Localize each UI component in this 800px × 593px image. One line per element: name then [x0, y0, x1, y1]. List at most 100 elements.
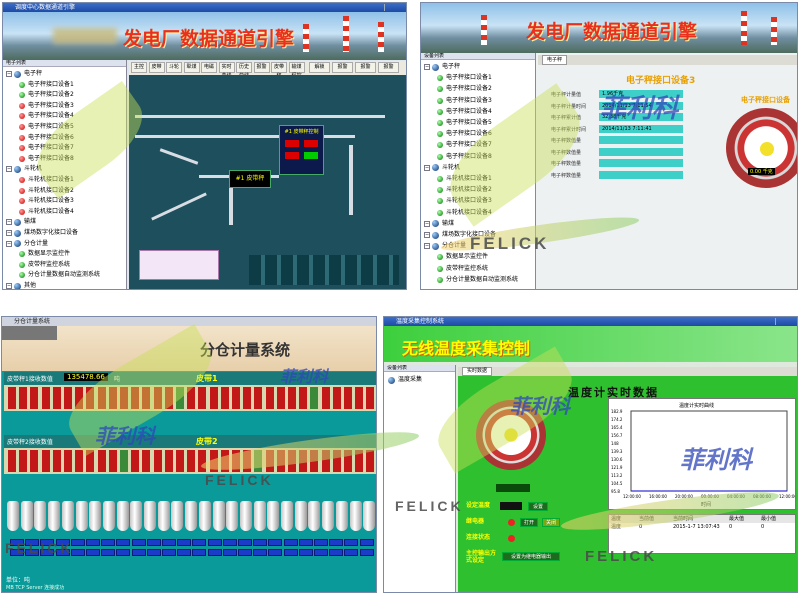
- toolbar-button[interactable]: 报警: [378, 62, 399, 73]
- bin-slot[interactable]: [164, 450, 173, 472]
- expand-toggle-icon[interactable]: −: [6, 230, 12, 236]
- window-controls[interactable]: [775, 318, 795, 325]
- tree-item[interactable]: − 其他: [6, 281, 36, 289]
- bin-slot[interactable]: [153, 450, 162, 472]
- bin-slot[interactable]: [288, 387, 296, 409]
- tree-item[interactable]: 电子秤接口设备4: [437, 107, 492, 117]
- open-button[interactable]: 打开: [520, 518, 538, 527]
- expand-toggle-icon[interactable]: −: [6, 219, 12, 226]
- bin-slot[interactable]: [176, 450, 184, 472]
- toolbar-button[interactable]: 犁煤: [183, 62, 200, 73]
- bin-slot[interactable]: [209, 387, 218, 409]
- tree-item[interactable]: 分仓计量数据自动监测系统: [437, 275, 518, 285]
- tree-item[interactable]: 电子秤接口设备1: [437, 73, 492, 83]
- stop-button[interactable]: [285, 152, 299, 159]
- window-controls[interactable]: [384, 4, 404, 11]
- bin-slot[interactable]: [52, 387, 61, 409]
- bin-slot[interactable]: [8, 450, 16, 472]
- bin-slot[interactable]: [142, 450, 151, 472]
- tab-scale[interactable]: 电子秤: [542, 55, 568, 65]
- tree-item[interactable]: 电子秤接口设备2: [437, 84, 492, 94]
- belt-scale-control-panel[interactable]: #1 皮带秤控制: [279, 125, 324, 175]
- bin-slot[interactable]: [97, 450, 106, 472]
- bin-slot[interactable]: [64, 387, 72, 409]
- tree-item[interactable]: 电子秤接口设备3: [19, 101, 74, 111]
- stop-button[interactable]: [304, 140, 318, 147]
- expand-toggle-icon[interactable]: −: [6, 166, 12, 173]
- bin-slot[interactable]: [19, 450, 28, 472]
- bin-slot[interactable]: [108, 450, 117, 472]
- bin-slot[interactable]: [355, 387, 364, 409]
- bin-slot[interactable]: [366, 450, 375, 472]
- tree-item[interactable]: 斗轮机接口设备3: [19, 196, 74, 206]
- bin-slot[interactable]: [310, 387, 319, 409]
- set-button[interactable]: 设置: [528, 502, 548, 511]
- tree-item[interactable]: − 电子秤: [6, 69, 42, 79]
- tree-item[interactable]: 斗轮机接口设备4: [19, 207, 74, 217]
- tree-item[interactable]: − 分仓计量: [6, 239, 48, 249]
- expand-toggle-icon[interactable]: −: [6, 240, 12, 247]
- tree-item[interactable]: 数据显示监控件: [19, 249, 70, 259]
- tree-item[interactable]: 电子秤接口设备1: [19, 80, 74, 90]
- tree-item[interactable]: 电子秤接口设备5: [437, 118, 492, 128]
- bin-slot[interactable]: [131, 450, 140, 472]
- bin-slot[interactable]: [187, 450, 196, 472]
- bin-slot[interactable]: [30, 450, 39, 472]
- bin-slot[interactable]: [120, 450, 128, 472]
- bin-slot[interactable]: [198, 387, 207, 409]
- bin-slot[interactable]: [321, 387, 330, 409]
- bin-slot[interactable]: [8, 387, 16, 409]
- relay-output-button[interactable]: 设置为继电器输出: [502, 552, 560, 561]
- expand-toggle-icon[interactable]: −: [424, 64, 430, 70]
- toolbar-button[interactable]: 历史曲线: [236, 62, 252, 79]
- bin-slot[interactable]: [75, 450, 84, 472]
- expand-toggle-icon[interactable]: −: [424, 164, 430, 171]
- tree-item[interactable]: − 输煤: [6, 217, 36, 227]
- expand-toggle-icon[interactable]: −: [424, 220, 430, 227]
- tree-item[interactable]: − 电子秤: [424, 62, 460, 72]
- bin-slot[interactable]: [220, 387, 229, 409]
- bin-slot[interactable]: [265, 387, 274, 409]
- bin-slot[interactable]: [52, 450, 61, 472]
- toolbar-button[interactable]: 电磁: [201, 62, 217, 73]
- toolbar-button[interactable]: 皮带秤: [271, 62, 287, 79]
- tree-item[interactable]: 皮带秤监控系统: [19, 260, 70, 270]
- bin-slot[interactable]: [232, 387, 240, 409]
- toolbar-button[interactable]: 斗轮: [166, 62, 182, 73]
- toolbar-button[interactable]: 报警: [355, 62, 376, 73]
- start-button[interactable]: [304, 152, 318, 159]
- tree-item[interactable]: 电子秤接口设备2: [19, 90, 74, 100]
- toolbar-button[interactable]: 实时曲线: [218, 62, 235, 79]
- bin-slot[interactable]: [30, 387, 39, 409]
- tree-item[interactable]: 电子秤接口设备3: [437, 96, 492, 106]
- expand-toggle-icon[interactable]: −: [6, 71, 12, 77]
- toolbar-button[interactable]: 报警: [332, 62, 353, 73]
- bin-slot[interactable]: [366, 387, 375, 409]
- expand-toggle-icon[interactable]: −: [424, 243, 430, 250]
- bin-slot[interactable]: [41, 387, 50, 409]
- bin-slot[interactable]: [276, 387, 285, 409]
- bin-slot[interactable]: [41, 450, 50, 472]
- bin-slot[interactable]: [299, 387, 308, 409]
- bin-slot[interactable]: [243, 387, 252, 409]
- tree-item[interactable]: 皮带秤监控系统: [437, 264, 488, 274]
- tree-item[interactable]: − 煤场数字化接口设备: [6, 228, 78, 238]
- tab-realtime[interactable]: 实时数据: [462, 367, 493, 376]
- expand-toggle-icon[interactable]: −: [424, 232, 430, 238]
- bin-slot[interactable]: [19, 387, 28, 409]
- expand-toggle-icon[interactable]: −: [6, 283, 12, 289]
- toolbar-button[interactable]: 解锁: [309, 62, 330, 73]
- bin-slot[interactable]: [344, 387, 352, 409]
- toolbar-button[interactable]: 主控: [131, 62, 147, 73]
- bin-slot[interactable]: [64, 450, 72, 472]
- bin-slot[interactable]: [332, 387, 341, 409]
- tree-item[interactable]: − 输煤: [424, 219, 454, 229]
- close-button[interactable]: 关闭: [542, 518, 560, 527]
- toolbar-button[interactable]: 报警: [253, 62, 270, 73]
- toolbar-button[interactable]: 皮带: [148, 62, 165, 73]
- stop-button[interactable]: [285, 140, 299, 147]
- setpoint-input[interactable]: [500, 502, 522, 510]
- bin-slot[interactable]: [254, 387, 263, 409]
- tree-item-temp[interactable]: 温度采集: [388, 375, 422, 385]
- tree-item[interactable]: 分仓计量数据自动监测系统: [19, 270, 100, 280]
